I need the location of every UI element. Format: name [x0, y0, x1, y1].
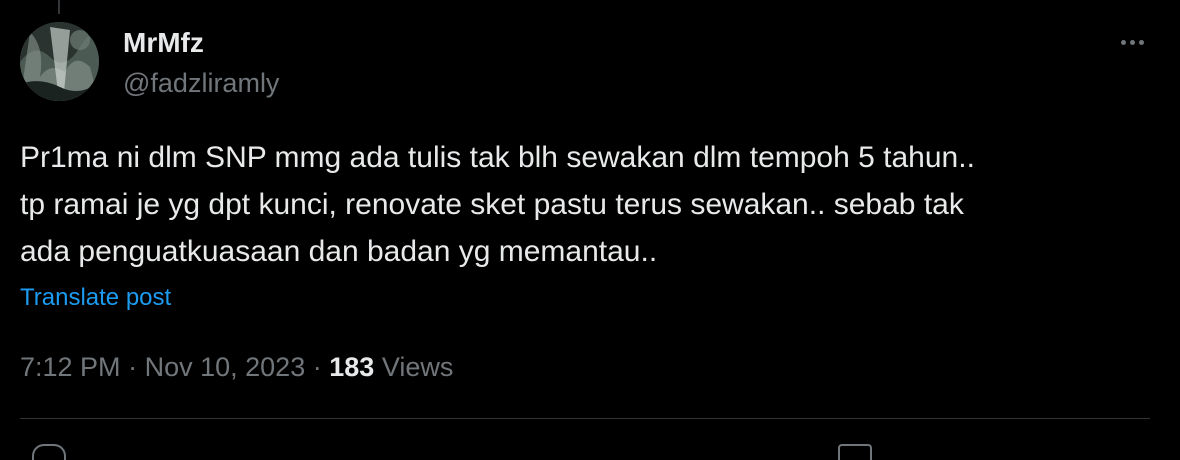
views-label: Views — [381, 352, 454, 382]
avatar[interactable] — [20, 22, 99, 101]
bookmark-icon[interactable] — [838, 444, 872, 460]
reply-icon[interactable] — [32, 444, 66, 460]
tweet-text: Pr1ma ni dlm SNP mmg ada tulis tak blh s… — [20, 134, 1150, 275]
tweet-metadata: 7:12 PM · Nov 10, 2023 · 183 Views — [20, 349, 453, 385]
divider — [20, 418, 1150, 419]
more-horizontal-icon — [1119, 39, 1146, 45]
meta-separator: · — [312, 352, 322, 382]
tweet-text-line: ada penguatkuasaan dan badan yg memantau… — [20, 235, 658, 268]
author-handle[interactable]: @fadzliramly — [123, 66, 279, 100]
translate-post-link[interactable]: Translate post — [20, 282, 171, 314]
more-options-button[interactable] — [1110, 28, 1154, 56]
tweet-text-line: tp ramai je yg dpt kunci, renovate sket … — [20, 188, 964, 221]
tweet-date[interactable]: Nov 10, 2023 — [145, 352, 306, 382]
meta-separator: · — [128, 352, 138, 382]
tweet-text-line: Pr1ma ni dlm SNP mmg ada tulis tak blh s… — [20, 141, 975, 174]
tweet-time[interactable]: 7:12 PM — [20, 352, 121, 382]
author-display-name[interactable]: MrMfz — [123, 26, 204, 60]
views-count: 183 — [329, 352, 375, 382]
thread-connector-line — [58, 0, 60, 14]
